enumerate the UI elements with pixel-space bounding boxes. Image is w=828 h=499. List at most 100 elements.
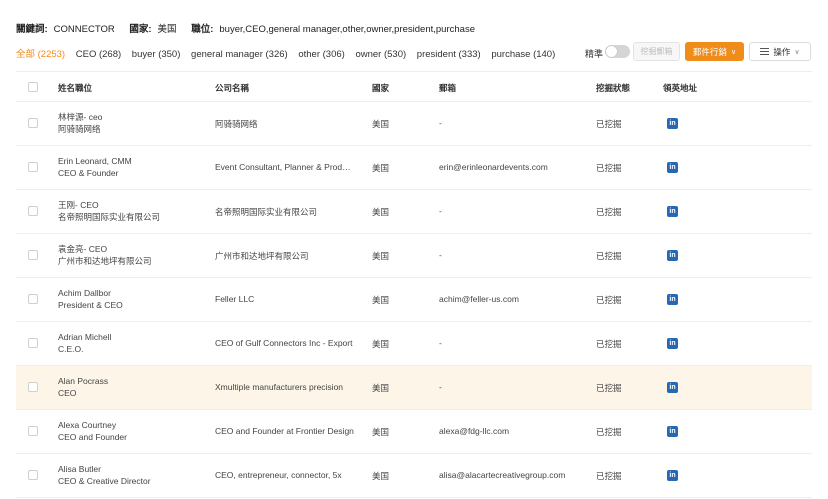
keyword-label: 關鍵詞:	[16, 24, 48, 35]
email-cell: achim@feller-us.com	[439, 294, 519, 304]
company-cell: CEO, entrepreneur, connector, 5x	[215, 470, 342, 480]
name-cell: Achim Dallbor President & CEO	[58, 287, 123, 311]
keyword-value: CONNECTOR	[53, 24, 115, 35]
company-cell: 广州市和达地坪有限公司	[215, 251, 309, 261]
email-cell: erin@erinleonardevents.com	[439, 162, 548, 172]
name-cell: 林梓源- ceo 阿骑骑网络	[58, 111, 102, 135]
chevron-down-icon: ∨	[730, 48, 737, 56]
table-row[interactable]: 袁金亮- CEO 广州市和达地坪有限公司 广州市和达地坪有限公司 美国 - 已挖…	[16, 234, 812, 278]
email-cell: -	[439, 118, 442, 128]
name-cell: 袁金亮- CEO 广州市和达地坪有限公司	[58, 243, 152, 267]
contact-title: President & CEO	[58, 300, 123, 310]
filter-ceo[interactable]: CEO (268)	[76, 49, 121, 60]
contact-name: 袁金亮- CEO	[58, 244, 108, 254]
contact-name: Alisa Butler	[58, 464, 101, 474]
filter-owner[interactable]: owner (530)	[355, 49, 406, 60]
linkedin-icon[interactable]: in	[667, 250, 678, 261]
table-row[interactable]: 王刚- CEO 名帝照明国际实业有限公司 名帝照明国际实业有限公司 美国 - 已…	[16, 190, 812, 234]
position-filter-bar: 全部 (2253) CEO (268) buyer (350) general …	[16, 46, 563, 60]
company-cell: 阿骑骑网络	[215, 119, 258, 129]
linkedin-icon[interactable]: in	[667, 338, 678, 349]
country-cell: 美国	[372, 471, 390, 481]
row-checkbox[interactable]	[28, 118, 38, 128]
status-cell: 已挖掘	[596, 119, 622, 129]
country-cell: 美国	[372, 427, 390, 437]
status-cell: 已挖掘	[596, 471, 622, 481]
filter-buyer[interactable]: buyer (350)	[132, 49, 181, 60]
row-checkbox[interactable]	[28, 470, 38, 480]
status-cell: 已挖掘	[596, 163, 622, 173]
dig-email-button[interactable]: 挖掘郵箱	[633, 42, 680, 61]
status-cell: 已挖掘	[596, 427, 622, 437]
country-value: 美国	[157, 24, 177, 35]
country-cell: 美国	[372, 295, 390, 305]
status-cell: 已挖掘	[596, 207, 622, 217]
linkedin-icon[interactable]: in	[667, 382, 678, 393]
linkedin-icon[interactable]: in	[667, 470, 678, 481]
table-header: 姓名職位 公司名稱 國家 郵箱 挖掘狀態 領英地址	[16, 71, 812, 102]
status-cell: 已挖掘	[596, 339, 622, 349]
precise-toggle[interactable]	[605, 45, 630, 58]
contacts-table: 姓名職位 公司名稱 國家 郵箱 挖掘狀態 領英地址 林梓源- ceo 阿骑骑网络…	[16, 71, 812, 498]
linkedin-icon[interactable]: in	[667, 294, 678, 305]
list-icon	[760, 48, 770, 55]
company-cell: Feller LLC	[215, 294, 255, 304]
table-row[interactable]: Adrian Michell C.E.O. CEO of Gulf Connec…	[16, 322, 812, 366]
name-cell: 王刚- CEO 名帝照明国际实业有限公司	[58, 199, 160, 223]
search-criteria: 關鍵詞: CONNECTOR 國家: 美国 職位: buyer,CEO,general…	[16, 21, 487, 35]
status-cell: 已挖掘	[596, 295, 622, 305]
country-cell: 美国	[372, 339, 390, 349]
row-checkbox[interactable]	[28, 294, 38, 304]
filter-president[interactable]: president (333)	[417, 49, 481, 60]
company-cell: Event Consultant, Planner & Producer	[215, 162, 355, 172]
contact-name: Alexa Courtney	[58, 420, 117, 430]
linkedin-icon[interactable]: in	[667, 162, 678, 173]
contact-name: Erin Leonard, CMM	[58, 156, 132, 166]
row-checkbox[interactable]	[28, 206, 38, 216]
country-cell: 美国	[372, 251, 390, 261]
select-all-checkbox[interactable]	[28, 82, 38, 92]
filter-purchase[interactable]: purchase (140)	[491, 49, 555, 60]
chevron-down-icon: ∨	[794, 48, 800, 56]
filter-general-manager[interactable]: general manager (326)	[191, 49, 288, 60]
filter-all[interactable]: 全部 (2253)	[16, 49, 65, 60]
operation-label: 操作	[773, 46, 791, 57]
table-row[interactable]: Achim Dallbor President & CEO Feller LLC…	[16, 278, 812, 322]
country-cell: 美国	[372, 119, 390, 129]
contact-title: CEO & Founder	[58, 168, 119, 178]
column-status: 挖掘狀態	[596, 83, 631, 93]
table-row[interactable]: Alan Pocrass CEO Xmultiple manufacturers…	[16, 366, 812, 410]
name-cell: Alisa Butler CEO & Creative Director	[58, 463, 151, 487]
table-row[interactable]: Erin Leonard, CMM CEO & Founder Event Co…	[16, 146, 812, 190]
linkedin-icon[interactable]: in	[667, 426, 678, 437]
linkedin-icon[interactable]: in	[667, 206, 678, 217]
contact-title: 名帝照明国际实业有限公司	[58, 212, 161, 222]
contact-title: CEO and Founder	[58, 432, 127, 442]
email-marketing-button[interactable]: 郵件行銷 ∨	[685, 42, 744, 61]
position-value: buyer,CEO,general manager,other,owner,pr…	[219, 24, 475, 35]
table-row[interactable]: 林梓源- ceo 阿骑骑网络 阿骑骑网络 美国 - 已挖掘 in	[16, 102, 812, 146]
contact-title: C.E.O.	[58, 344, 84, 354]
operation-button[interactable]: 操作 ∨	[749, 42, 811, 61]
name-cell: Adrian Michell C.E.O.	[58, 331, 111, 355]
country-cell: 美国	[372, 207, 390, 217]
row-checkbox[interactable]	[28, 426, 38, 436]
contact-name: 林梓源- ceo	[58, 112, 103, 122]
name-cell: Erin Leonard, CMM CEO & Founder	[58, 155, 132, 179]
toggle-knob	[606, 46, 617, 57]
row-checkbox[interactable]	[28, 382, 38, 392]
country-label: 國家:	[129, 24, 152, 35]
row-checkbox[interactable]	[28, 338, 38, 348]
company-cell: Xmultiple manufacturers precision	[215, 382, 344, 392]
row-checkbox[interactable]	[28, 162, 38, 172]
table-body: 林梓源- ceo 阿骑骑网络 阿骑骑网络 美国 - 已挖掘 in Erin Le…	[16, 102, 812, 498]
contact-name: 王刚- CEO	[58, 200, 99, 210]
table-row[interactable]: Alexa Courtney CEO and Founder CEO and F…	[16, 410, 812, 454]
email-cell: alexa@fdg-llc.com	[439, 426, 510, 436]
table-row[interactable]: Alisa Butler CEO & Creative Director CEO…	[16, 454, 812, 498]
name-cell: Alexa Courtney CEO and Founder	[58, 419, 127, 443]
linkedin-icon[interactable]: in	[667, 118, 678, 129]
filter-other[interactable]: other (306)	[298, 49, 344, 60]
row-checkbox[interactable]	[28, 250, 38, 260]
column-country: 國家	[372, 83, 390, 93]
